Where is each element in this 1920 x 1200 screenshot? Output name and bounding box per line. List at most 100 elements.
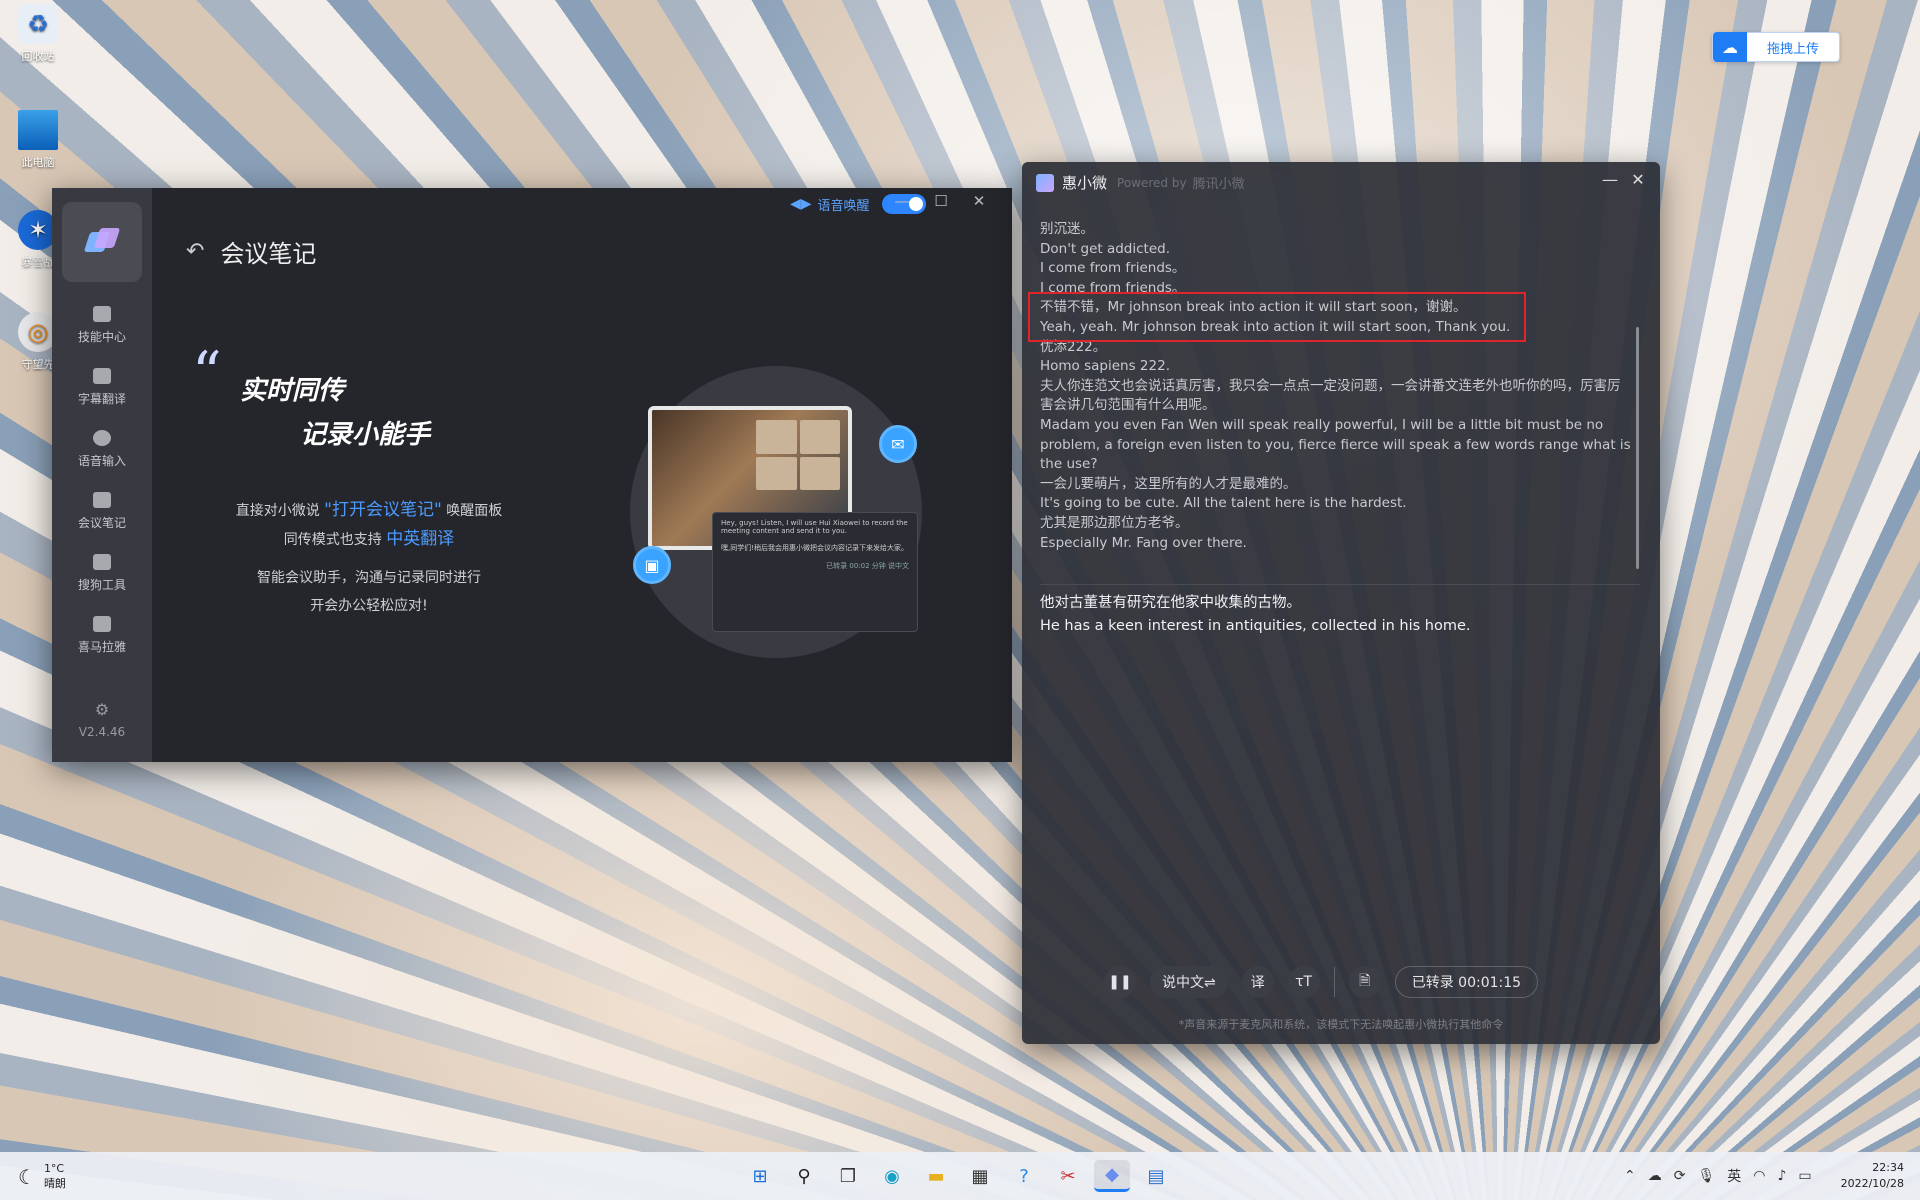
picture-icon: ▤ xyxy=(1147,1165,1165,1187)
drag-upload-label: 拖拽上传 xyxy=(1766,41,1819,57)
transcript-line: Madam you even Fan Wen will speak really… xyxy=(1040,416,1631,473)
title-bar: ◀▶ 语音唤醒 — ☐ ✕ xyxy=(152,188,1012,224)
people-icon xyxy=(93,492,111,508)
hero-desc-text: 直接对小微说 xyxy=(235,503,325,519)
store-button[interactable]: ▦ xyxy=(962,1160,998,1192)
hero-desc-line3: 智能会议助手，沟通与记录同时进行 xyxy=(257,570,481,586)
hero-desc-line1: 直接对小微说 "打开会议笔记" 唤醒面板 xyxy=(224,496,514,525)
back-arrow-icon[interactable]: ↶ xyxy=(186,239,204,264)
task-view-icon: ❐ xyxy=(839,1165,857,1187)
sync-icon[interactable]: ⟳ xyxy=(1674,1168,1686,1184)
huixiaowei-taskbar-button[interactable]: ◆ xyxy=(1094,1160,1130,1192)
transcript-line: 一会儿要萌片，这里所有的人才是最难的。 xyxy=(1040,475,1297,492)
desktop-icon-label: 此电脑 xyxy=(21,156,55,169)
sidebar: 技能中心 字幕翻译 语音输入 会议笔记 搜狗工具 喜马拉雅 ⚙ V2.4.46 xyxy=(52,188,152,762)
sogou-icon xyxy=(93,554,111,570)
pause-icon: ❚❚ xyxy=(1108,974,1132,990)
desktop-icon-recycle-bin[interactable]: ♻ 回收站 xyxy=(10,4,66,64)
transcript-history: 别沉迷。 Don't get addicted. I come from fri… xyxy=(1040,220,1632,553)
start-button[interactable]: ⊞ xyxy=(742,1160,778,1192)
transcript-line: Don't get addicted. xyxy=(1040,240,1171,257)
transcript-line: 别沉迷。 xyxy=(1040,221,1094,237)
font-size-button[interactable]: ꚍT xyxy=(1287,966,1320,998)
hero-description-2: 智能会议助手，沟通与记录同时进行 开会办公轻松应对! xyxy=(224,564,514,620)
transcript-line: It's going to be cute. All the talent he… xyxy=(1040,495,1407,512)
ime-indicator[interactable]: 英 xyxy=(1727,1166,1741,1186)
drag-upload-button[interactable]: ☁ 拖拽上传 xyxy=(1712,32,1840,62)
volume-icon[interactable]: ♪ xyxy=(1777,1168,1786,1184)
export-document-button[interactable]: 🗎 xyxy=(1348,966,1381,998)
transcript-scrollbar[interactable] xyxy=(1636,327,1639,569)
search-button[interactable]: ⚲ xyxy=(786,1160,822,1192)
sidebar-item-subtitle[interactable]: 字幕翻译 xyxy=(52,368,152,407)
hero-title-line2: 记录小能手 xyxy=(300,420,431,450)
weather-condition: 晴朗 xyxy=(43,1177,66,1190)
hero-highlight: 中英翻译 xyxy=(386,529,455,549)
file-explorer-button[interactable]: ▬ xyxy=(918,1160,954,1192)
video-grid xyxy=(756,420,840,490)
transcript-line: 尤其是那边那位方老爷。 xyxy=(1040,514,1189,531)
hero-title-line1: 实时同传 xyxy=(240,376,345,406)
page-header: ↶ 会议笔记 xyxy=(186,234,316,269)
search-icon: ⚲ xyxy=(797,1165,811,1187)
clock[interactable]: 22:34 2022/10/28 xyxy=(1840,1160,1904,1192)
desktop-icon-computer[interactable]: 此电脑 xyxy=(10,110,66,170)
store-icon: ▦ xyxy=(971,1165,989,1187)
powered-by-label: Powered by xyxy=(1117,175,1187,190)
moon-icon: ☾ xyxy=(18,1164,36,1189)
hero-desc-text: 同传模式也支持 xyxy=(283,532,387,548)
sidebar-item-label: 搜狗工具 xyxy=(77,578,126,592)
wifi-icon[interactable]: ◠ xyxy=(1753,1168,1765,1184)
transcript-line: 夫人你连范文也会说话真厉害，我只会一点点一定没问题，一会讲番文连老外也听你的吗，… xyxy=(1040,377,1621,414)
mini-panel-status: 已转录 00:02 分钟 说中文 xyxy=(826,562,909,570)
quote-mark-icon: “ xyxy=(192,339,222,407)
battery-icon[interactable]: ▭ xyxy=(1798,1168,1811,1184)
weather-widget[interactable]: ☾ 1°C 晴朗 xyxy=(18,1162,66,1191)
photo-app-button[interactable]: ▤ xyxy=(1138,1160,1174,1192)
sidebar-item-ximalaya[interactable]: 喜马拉雅 xyxy=(52,616,152,655)
windows-start-icon: ⊞ xyxy=(752,1165,768,1187)
folder-icon: ▬ xyxy=(927,1165,945,1187)
edge-browser-button[interactable]: ◉ xyxy=(874,1160,910,1192)
app-logo[interactable] xyxy=(62,202,142,282)
language-switch-button[interactable]: 说中文⇌ xyxy=(1150,966,1228,998)
translate-button[interactable]: 译 xyxy=(1241,966,1274,998)
sidebar-item-skills[interactable]: 技能中心 xyxy=(52,306,152,345)
snipping-tool-button[interactable]: ✂ xyxy=(1050,1160,1086,1192)
maximize-button[interactable]: ☐ xyxy=(926,192,956,210)
chevron-up-icon[interactable]: ⌃ xyxy=(1624,1168,1636,1184)
close-button[interactable]: ✕ xyxy=(964,192,994,210)
cloud-icon[interactable]: ☁ xyxy=(1648,1168,1662,1184)
sidebar-item-label: 会议笔记 xyxy=(77,516,126,530)
settings-version[interactable]: ⚙ V2.4.46 xyxy=(52,700,152,739)
microphone-icon[interactable]: 🎙 xyxy=(1697,1168,1715,1184)
current-subtitle: 他对古董甚有研究在他家中收集的古物。 He has a keen interes… xyxy=(1040,592,1632,638)
sidebar-item-meeting-notes[interactable]: 会议笔记 xyxy=(52,492,152,531)
sound-wave-icon: ◀▶ xyxy=(790,196,812,212)
hero-desc-line2: 同传模式也支持 中英翻译 xyxy=(224,525,514,554)
subtitle-window: 惠小微 Powered by 腾讯小微 — ✕ 别沉迷。 Don't get a… xyxy=(1022,162,1660,1044)
mini-panel-line-en: Hey, guys! Listen, I will use Hui Xiaowe… xyxy=(721,519,908,535)
sidebar-item-label: 技能中心 xyxy=(77,330,126,344)
current-subtitle-cn: 他对古董甚有研究在他家中收集的古物。 xyxy=(1040,595,1301,611)
pause-button[interactable]: ❚❚ xyxy=(1104,966,1136,998)
brand-label: 腾讯小微 xyxy=(1192,177,1245,192)
page-title: 会议笔记 xyxy=(220,240,317,268)
close-button[interactable]: ✕ xyxy=(1626,170,1650,189)
help-app-button[interactable]: ? xyxy=(1006,1160,1042,1192)
transcription-status: 已转录 00:01:15 xyxy=(1394,966,1539,998)
huixiaowei-icon: ◆ xyxy=(1105,1164,1119,1185)
taskbar: ☾ 1°C 晴朗 ⊞ ⚲ ❐ ◉ ▬ ▦ ? ✂ ◆ ▤ ⌃ ☁ ⟳ 🎙 英 ◠… xyxy=(0,1152,1920,1200)
gear-icon: ⚙ xyxy=(94,700,110,719)
minimize-button[interactable]: — xyxy=(887,192,917,210)
computer-icon xyxy=(18,110,58,150)
app-logo-icon xyxy=(1036,173,1054,192)
system-tray: ⌃ ☁ ⟳ 🎙 英 ◠ ♪ ▭ xyxy=(1624,1166,1824,1186)
sidebar-item-sogou[interactable]: 搜狗工具 xyxy=(52,554,152,593)
sidebar-item-voice-input[interactable]: 语音输入 xyxy=(52,430,152,469)
task-view-button[interactable]: ❐ xyxy=(830,1160,866,1192)
control-separator xyxy=(1333,967,1335,997)
sidebar-item-label: 语音输入 xyxy=(77,454,126,468)
minimize-button[interactable]: — xyxy=(1598,170,1622,189)
transcript-line: Homo sapiens 222. xyxy=(1040,358,1170,375)
